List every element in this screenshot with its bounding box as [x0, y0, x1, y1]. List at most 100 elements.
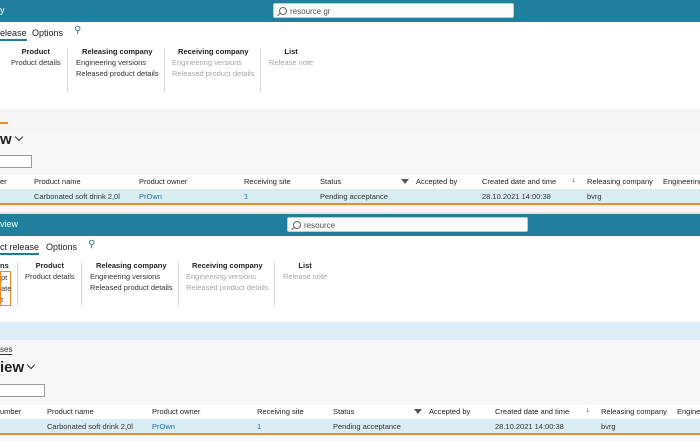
cell-status: Pending acceptance	[333, 422, 401, 431]
cell-receiving-site[interactable]: 1	[244, 192, 248, 201]
tab-options[interactable]: Options	[32, 28, 63, 38]
group-product-title: Product	[21, 47, 50, 56]
group-list: List Release note	[283, 260, 327, 282]
ribbon-separator	[260, 48, 261, 92]
col-product-owner[interactable]: Product owner	[139, 177, 187, 186]
group-actions-title: ns	[0, 261, 9, 270]
bottom-pane: view resource ct release Options ⚲ ns pt…	[0, 214, 700, 441]
releasing-released-product-details-button[interactable]: Released product details	[76, 68, 159, 79]
receiving-released-product-details-button[interactable]: Released product details	[186, 282, 269, 293]
col-created-date[interactable]: Created date and time	[495, 407, 569, 416]
group-product: Product Product details	[25, 260, 75, 282]
group-actions: ns pt ate t	[0, 260, 11, 306]
sort-down-icon[interactable]: ↓	[586, 405, 590, 414]
col-accepted-by[interactable]: Accepted by	[429, 407, 470, 416]
tab-release[interactable]: ct release	[0, 242, 40, 255]
search-icon	[279, 7, 287, 15]
action-accept-button[interactable]: pt	[1, 272, 10, 283]
group-receiving-company: Receiving company Engineering versions R…	[186, 260, 269, 293]
search-icon	[293, 221, 301, 229]
ribbon-separator	[274, 262, 275, 306]
col-receiving-site[interactable]: Receiving site	[244, 177, 291, 186]
col-engineering[interactable]: Engineering	[663, 177, 700, 186]
cell-created-date: 28.10.2021 14:00:38	[495, 422, 564, 431]
bottom-message-band	[0, 322, 700, 340]
col-created-date[interactable]: Created date and time	[482, 177, 556, 186]
cell-product-owner[interactable]: PrOwn	[139, 192, 162, 201]
ribbon-separator	[67, 48, 68, 92]
top-search-value: resource gr	[290, 7, 331, 16]
top-view-title[interactable]: w	[0, 131, 23, 148]
ribbon-search-icon[interactable]: ⚲	[74, 25, 81, 36]
cell-status: Pending acceptance	[320, 192, 388, 201]
group-receiving-title: Receiving company	[192, 261, 263, 270]
col-releasing-company[interactable]: Releasing company	[587, 177, 653, 186]
bottom-search-value: resource	[304, 221, 336, 230]
col-status[interactable]: Status	[333, 407, 354, 416]
cell-releasing-company: bvrg	[601, 422, 616, 431]
breadcrumb-link[interactable]: ses	[0, 345, 13, 355]
col-product-name[interactable]: Product name	[34, 177, 81, 186]
col-engineering[interactable]: Engine	[677, 407, 700, 416]
actions-highlight-box: pt ate t	[0, 271, 11, 306]
group-list: List Release note	[269, 46, 313, 68]
bottom-ribbon: ct release Options ⚲ ns pt ate t Product…	[0, 236, 700, 323]
col-accepted-by[interactable]: Accepted by	[416, 177, 457, 186]
table-row[interactable]: Carbonated soft drink 2,0l PrOwn 1 Pendi…	[0, 189, 700, 205]
filter-icon[interactable]	[414, 409, 422, 414]
release-note-button[interactable]: Release note	[269, 57, 313, 68]
chevron-down-icon	[14, 132, 23, 142]
col-number[interactable]: umber	[0, 407, 21, 416]
col-releasing-company[interactable]: Releasing company	[601, 407, 667, 416]
ribbon-separator	[17, 262, 18, 306]
releasing-engineering-versions-button[interactable]: Engineering versions	[76, 57, 159, 68]
bottom-view-title[interactable]: iew	[0, 359, 36, 376]
filter-icon[interactable]	[401, 179, 409, 184]
tab-options[interactable]: Options	[46, 242, 77, 252]
top-search-box[interactable]: resource gr	[273, 3, 514, 18]
release-note-button[interactable]: Release note	[283, 271, 327, 282]
ribbon-separator	[178, 262, 179, 306]
receiving-released-product-details-button[interactable]: Released product details	[172, 68, 255, 79]
bottom-search-box[interactable]: resource	[287, 217, 528, 232]
chevron-down-icon	[26, 360, 36, 370]
group-list-title: List	[298, 261, 312, 270]
cell-product-name: Carbonated soft drink 2,0l	[47, 422, 133, 431]
group-product: Product Product details	[11, 46, 61, 68]
group-product-title: Product	[35, 261, 64, 270]
top-grid-header: er Product name Product owner Receiving …	[0, 175, 700, 190]
col-receiving-site[interactable]: Receiving site	[257, 407, 304, 416]
ribbon-search-icon[interactable]: ⚲	[88, 239, 95, 250]
bottom-grid-header: umber Product name Product owner Receivi…	[0, 405, 700, 420]
table-row[interactable]: Carbonated soft drink 2,0l PrOwn 1 Pendi…	[0, 419, 700, 435]
cell-product-name: Carbonated soft drink 2,0l	[34, 192, 120, 201]
group-releasing-company: Releasing company Engineering versions R…	[90, 260, 173, 293]
bottom-filter-input[interactable]	[0, 384, 45, 397]
top-breadcrumb[interactable]: y	[0, 5, 5, 15]
bottom-breadcrumb[interactable]: view	[0, 219, 18, 229]
sort-down-icon[interactable]: ↓	[572, 175, 576, 184]
top-filter-input[interactable]	[0, 155, 32, 168]
top-pane: y resource gr elease Options ⚲ Product P…	[0, 0, 700, 212]
col-product-owner[interactable]: Product owner	[152, 407, 200, 416]
col-product-name[interactable]: Product name	[47, 407, 94, 416]
cell-product-owner[interactable]: PrOwn	[152, 422, 175, 431]
action-update-button[interactable]: ate	[1, 283, 11, 294]
cell-releasing-company: bvrg	[587, 192, 602, 201]
releasing-released-product-details-button[interactable]: Released product details	[90, 282, 173, 293]
cell-receiving-site[interactable]: 1	[257, 422, 261, 431]
releasing-engineering-versions-button[interactable]: Engineering versions	[90, 271, 173, 282]
ribbon-separator	[81, 262, 82, 306]
product-details-button[interactable]: Product details	[11, 57, 61, 68]
group-receiving-company: Receiving company Engineering versions R…	[172, 46, 255, 79]
col-status[interactable]: Status	[320, 177, 341, 186]
col-number[interactable]: er	[0, 177, 7, 186]
ribbon-separator	[164, 48, 165, 92]
product-details-button[interactable]: Product details	[25, 271, 75, 282]
receiving-engineering-versions-button[interactable]: Engineering versions	[172, 57, 255, 68]
action-reject-button[interactable]: t	[1, 294, 10, 305]
tab-release[interactable]: elease	[0, 28, 27, 41]
group-releasing-company: Releasing company Engineering versions R…	[76, 46, 159, 79]
top-ribbon: elease Options ⚲ Product Product details…	[0, 22, 700, 109]
receiving-engineering-versions-button[interactable]: Engineering versions	[186, 271, 269, 282]
